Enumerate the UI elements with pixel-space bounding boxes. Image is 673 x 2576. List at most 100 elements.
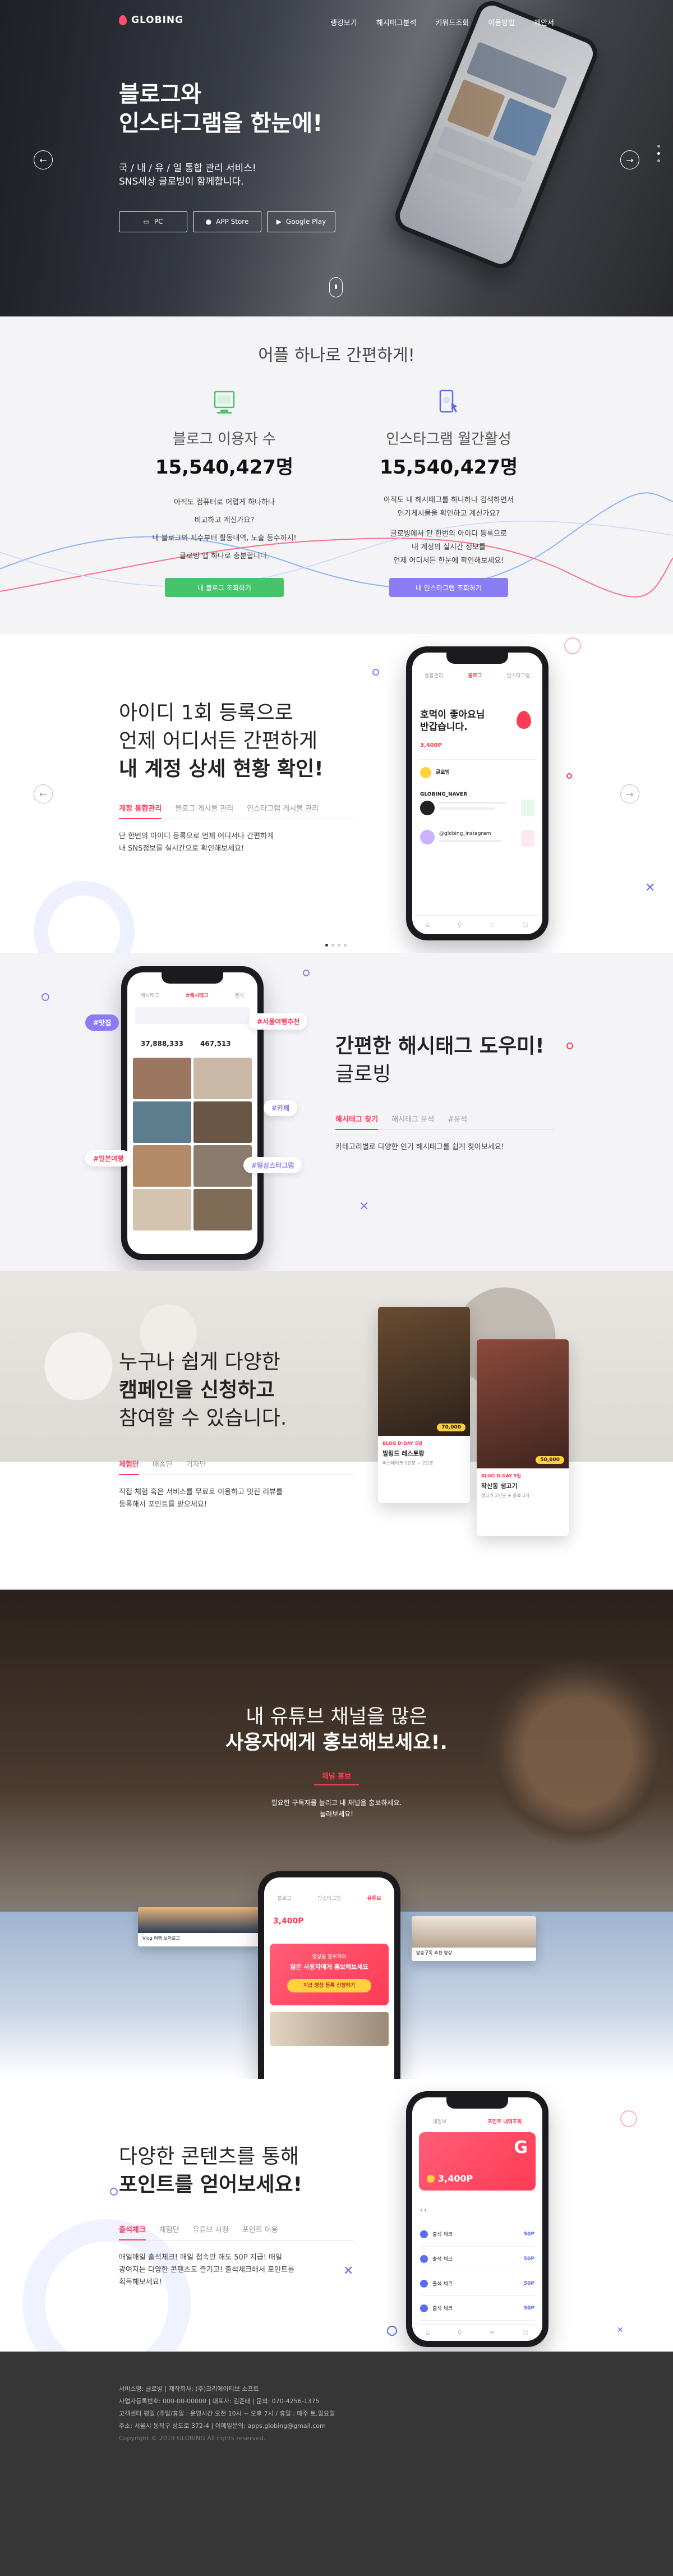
- tab-channel-promo[interactable]: 채널 홍보: [314, 1770, 359, 1785]
- tab-reporter[interactable]: 기자단: [186, 1458, 206, 1469]
- feature-next-button[interactable]: →: [620, 784, 639, 803]
- video-card[interactable]: 방송구독 추천 영상: [412, 1916, 536, 1961]
- food-photo[interactable]: [193, 1101, 252, 1143]
- tab-delivery[interactable]: 배송단: [153, 1458, 173, 1469]
- phone-tab[interactable]: 블로그: [277, 1894, 291, 1902]
- phone-tab[interactable]: 인스타그램: [506, 672, 529, 679]
- arrow-right-icon: →: [626, 154, 634, 166]
- video-title: 방송구독 추천 영상: [416, 1950, 452, 1955]
- home-icon[interactable]: ⌂: [426, 2329, 430, 2336]
- tab-experience[interactable]: 체험단: [119, 1458, 139, 1475]
- globing-drop-icon: [517, 711, 531, 729]
- phone-tab[interactable]: 내정보: [433, 2118, 447, 2125]
- phone-tab[interactable]: 포인트 내역조회: [487, 2118, 522, 2125]
- pagination-dot[interactable]: [344, 944, 347, 947]
- food-photo[interactable]: [193, 1058, 252, 1099]
- account-name[interactable]: @globing_instagram: [439, 831, 491, 837]
- food-photo[interactable]: [133, 1058, 191, 1099]
- title-line: 참여할 수 있습니다.: [119, 1407, 287, 1430]
- history-row: 출석 체크 50P: [420, 2296, 534, 2321]
- hashtag-bubble[interactable]: #카페: [264, 1100, 298, 1116]
- phone-tab[interactable]: 인스타그램: [317, 1894, 340, 1902]
- scroll-down-icon[interactable]: [329, 277, 343, 297]
- food-photo[interactable]: [133, 1145, 191, 1187]
- blog-monitor-icon: [214, 391, 235, 414]
- title-line: 내 계정 상세 현황 확인!: [119, 757, 324, 780]
- video-thumbnail[interactable]: [270, 2012, 389, 2046]
- phone-tab[interactable]: 통합관리: [425, 672, 443, 679]
- nav-hashtag[interactable]: 해시태그분석: [376, 17, 417, 27]
- blog-stat-value: 15,540,427명: [155, 456, 294, 479]
- google-play-button[interactable]: ▶ Google Play: [267, 211, 335, 232]
- tab-point-usage[interactable]: 포인트 이용: [242, 2224, 278, 2234]
- tab-account-manage[interactable]: 계정 통합관리: [119, 802, 162, 819]
- tab-find-hashtag[interactable]: 해시태그 찾기: [335, 1113, 379, 1130]
- nav-ranking[interactable]: 랭킹보기: [330, 17, 357, 27]
- pagination-dot[interactable]: [338, 944, 340, 947]
- user-icon[interactable]: ☺: [522, 921, 528, 929]
- hero-sub-line1: 국 / 내 / 유 / 일 통합 관리 서비스!: [119, 163, 256, 174]
- insta-lookup-button[interactable]: 내 인스타그램 조회하기: [389, 578, 508, 597]
- phone-tab[interactable]: #해시태그: [186, 991, 209, 999]
- food-photo[interactable]: [133, 1189, 191, 1230]
- hashtag-bubble[interactable]: #일상스타그램: [243, 1157, 302, 1173]
- history-points: 50P: [523, 2280, 534, 2286]
- arrow-left-icon: ←: [39, 788, 47, 800]
- pagination-dot[interactable]: [657, 159, 660, 162]
- tab-experience[interactable]: 체험단: [159, 2224, 179, 2234]
- nav-howto[interactable]: 이용방법: [488, 17, 515, 27]
- hashtag-bubble[interactable]: #맛집: [85, 1014, 119, 1031]
- hashtag-bubble[interactable]: #일본여행: [85, 1150, 132, 1167]
- feature-prev-button[interactable]: ←: [34, 784, 53, 803]
- list-icon[interactable]: ≡: [490, 921, 495, 929]
- campaign-card[interactable]: 50,000 BLOG D-DAY 5일 작산동 생고기 생고기 2인분 + 음…: [477, 1339, 569, 1536]
- hero-next-button[interactable]: →: [620, 150, 639, 169]
- feature4-title: 내 유튜브 채널을 많은 사용자에게 홍보해보세요!.: [0, 1704, 673, 1756]
- user-icon[interactable]: ☺: [522, 2329, 528, 2336]
- tab-analyze-hashtag[interactable]: 해시태그 분석: [391, 1113, 434, 1124]
- pagination-dot[interactable]: [657, 152, 660, 155]
- history-row: 출석 체크 50P: [420, 2222, 534, 2247]
- stats-section: 어플 하나로 간편하게! 블로그 이용자 수 15,540,427명 아직도 컴…: [0, 316, 673, 634]
- tab-youtube-watch[interactable]: 유튜브 시청: [193, 2224, 229, 2234]
- food-photo[interactable]: [133, 1101, 191, 1143]
- search-icon[interactable]: ⚲: [458, 921, 462, 929]
- nav-proposal[interactable]: 제안서: [534, 17, 554, 27]
- campaign-card[interactable]: 70,000 BLOG D-DAY 5일 빌링드 레스토랑 비스테이크 1인분 …: [378, 1307, 470, 1503]
- arrow-left-icon: ←: [39, 154, 47, 166]
- home-icon[interactable]: ⌂: [426, 921, 430, 929]
- promo-register-button[interactable]: 지금 영상 등록 신청하기: [287, 1979, 371, 1992]
- history-label: 출석 체크: [432, 2257, 453, 2262]
- list-icon[interactable]: ≡: [490, 2329, 495, 2336]
- pagination-dot[interactable]: [657, 145, 660, 148]
- account-name[interactable]: GLOBING_NAVER: [420, 792, 467, 797]
- pagination-dot[interactable]: [325, 944, 328, 947]
- hashtag-bubble[interactable]: #서울여행추천: [249, 1013, 308, 1030]
- tab-hash-analysis[interactable]: #분석: [448, 1113, 467, 1124]
- tab-attendance[interactable]: 출석체크: [119, 2224, 146, 2240]
- desc-line: 내 SNS정보를 실시간으로 확인해보세요!: [119, 844, 245, 853]
- feature1-desc: 단 한번의 아이디 등록으로 언제 어디서나 간편하게 내 SNS정보를 실시간…: [119, 830, 354, 855]
- feature5-phone: 내정보 포인트 내역조회 G 3,400P ‹ › 출석 체크 50P 출석 체…: [406, 2091, 548, 2347]
- insta-stat: 인스타그램 월간활성 15,540,427명 아직도 내 해시태그를 하나하나 …: [336, 386, 561, 597]
- logo[interactable]: GLOBING: [119, 15, 183, 26]
- blog-lookup-button[interactable]: 내 블로그 조회하기: [165, 578, 284, 597]
- phone-tab[interactable]: 유튜브: [367, 1894, 381, 1902]
- phone-tab[interactable]: 분석: [235, 991, 245, 999]
- search-icon[interactable]: ⚲: [458, 2329, 462, 2336]
- tab-blog-manage[interactable]: 블로그 게시물 관리: [175, 802, 233, 813]
- app-store-button[interactable]: ● APP Store: [193, 211, 261, 232]
- month-selector[interactable]: ‹ ›: [420, 2207, 426, 2214]
- hero-prev-button[interactable]: ←: [34, 150, 53, 169]
- phone-tab[interactable]: 블로그: [468, 672, 482, 679]
- title-line: 아이디 1회 등록으로: [119, 701, 293, 724]
- food-photo[interactable]: [193, 1189, 252, 1230]
- campaign-photo: 70,000: [378, 1307, 470, 1436]
- phone-tab[interactable]: 해시태그: [141, 991, 159, 999]
- nav-keyword[interactable]: 키워드조회: [435, 17, 469, 27]
- pagination-dot[interactable]: [331, 944, 334, 947]
- tab-insta-manage[interactable]: 인스타그램 게시물 관리: [247, 802, 319, 813]
- video-card[interactable]: Vlog 여행 브이로그: [138, 1907, 262, 1946]
- account-name[interactable]: 글로빙: [436, 768, 450, 775]
- pc-button[interactable]: ▭ PC: [119, 211, 187, 232]
